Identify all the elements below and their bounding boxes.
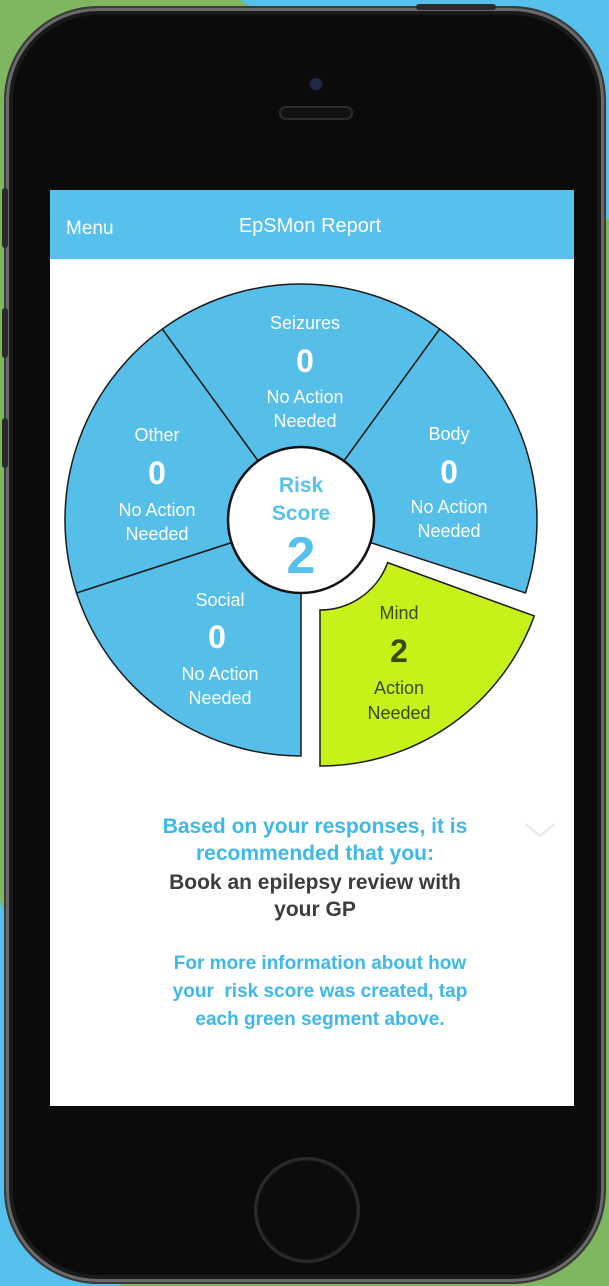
seizures-status-1: No Action [266, 387, 343, 407]
speaker-grille [281, 108, 351, 118]
other-name: Other [134, 425, 179, 445]
other-status-1: No Action [118, 500, 195, 520]
social-status-2: Needed [188, 688, 251, 708]
other-score: 0 [148, 455, 166, 491]
body-score: 0 [440, 454, 458, 490]
info-line-2: your risk score was created, tap [172, 981, 468, 1002]
body-status-1: No Action [410, 497, 487, 517]
app-screen: Menu EpSMon Report Risk Score 2 Seizures… [50, 190, 574, 1106]
mind-status-1: Action [374, 678, 424, 698]
home-button[interactable] [257, 1160, 357, 1260]
recommendation-action: Book an epilepsy review with your GP [80, 869, 550, 923]
seizures-status-2: Needed [273, 411, 336, 431]
segment-mind[interactable] [319, 561, 536, 767]
body-name: Body [428, 424, 469, 444]
power-button [416, 4, 496, 10]
recommendation-intro-line-2: recommended that you: [195, 842, 435, 865]
volume-down-button [2, 418, 8, 468]
mind-name: Mind [379, 603, 418, 623]
social-status-1: No Action [181, 664, 258, 684]
risk-score-value: 2 [287, 527, 316, 585]
risk-score-label-1: Risk [279, 474, 324, 497]
info-line-1: For more information about how [173, 953, 467, 974]
recommendation-action-line-1: Book an epilepsy review with [169, 871, 461, 894]
info-text: For more information about how your risk… [110, 950, 530, 1034]
mind-score: 2 [390, 633, 408, 669]
recommendation-intro-line-1: Based on your responses, it is [162, 815, 468, 838]
info-line-3: each green segment above. [195, 1009, 445, 1030]
chevron-down-icon [525, 823, 555, 838]
mind-status-2: Needed [367, 703, 430, 723]
mute-switch [2, 188, 8, 248]
risk-wheel: Risk Score 2 Seizures 0 No Action Needed… [64, 283, 538, 767]
recommendation-action-line-2: your GP [274, 898, 356, 921]
social-name: Social [195, 590, 244, 610]
seizures-score: 0 [296, 343, 314, 379]
body-status-2: Needed [417, 521, 480, 541]
risk-score-label-2: Score [272, 502, 330, 525]
social-score: 0 [208, 619, 226, 655]
camera-icon [310, 78, 322, 90]
volume-up-button [2, 308, 8, 358]
recommendation-intro: Based on your responses, it is recommend… [80, 813, 550, 867]
other-status-2: Needed [125, 524, 188, 544]
seizures-name: Seizures [270, 313, 340, 333]
